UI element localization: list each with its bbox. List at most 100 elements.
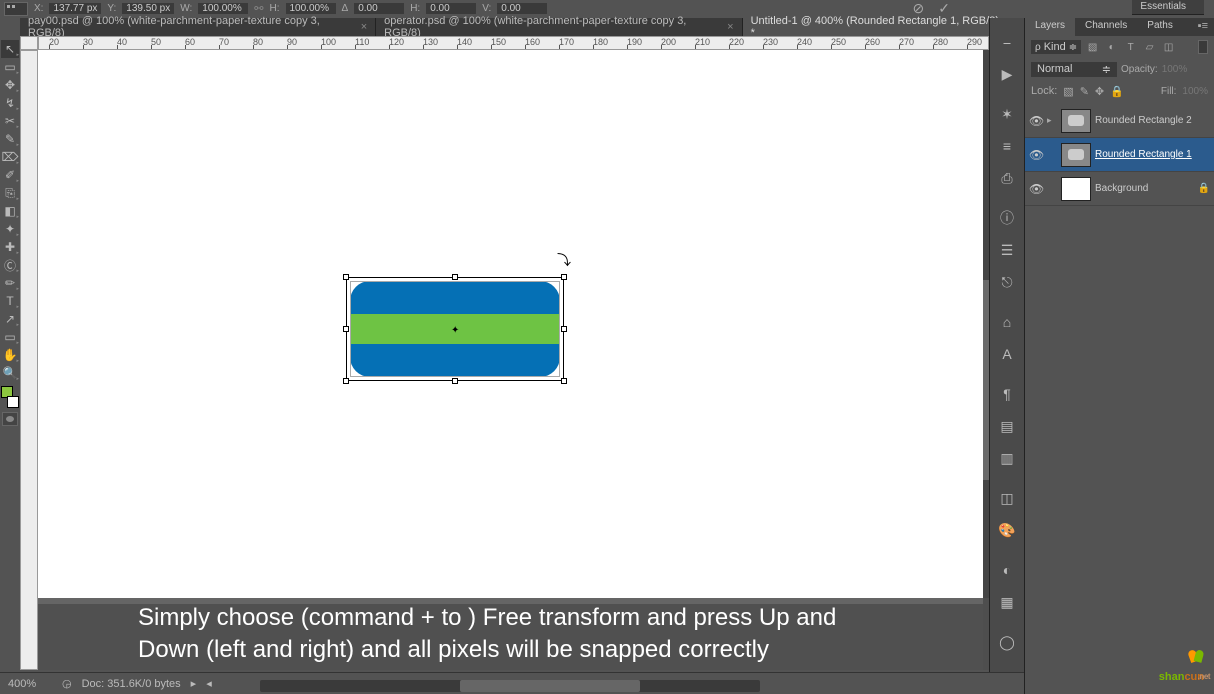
scroll-left-icon[interactable]: ◂ (206, 677, 212, 690)
dock-icon-7[interactable]: ⎋ (993, 268, 1021, 296)
transform-handle-mr[interactable] (561, 326, 567, 332)
dock-icon-9[interactable]: A (993, 340, 1021, 368)
tool-button-10[interactable]: ✦ (1, 220, 19, 238)
tool-button-6[interactable]: ⌦ (1, 148, 19, 166)
doc-info-text[interactable]: Doc: 351.6K/0 bytes (82, 678, 181, 690)
dock-icon-15[interactable]: ◐ (993, 556, 1021, 584)
tool-button-12[interactable]: Ⓒ (1, 256, 19, 274)
transform-handle-tl[interactable] (343, 274, 349, 280)
tab-channels[interactable]: Channels (1075, 18, 1137, 36)
dock-icon-6[interactable]: ☰ (993, 236, 1021, 264)
zoom-level[interactable]: 400% (8, 678, 52, 690)
tool-button-3[interactable]: ↯ (1, 94, 19, 112)
dock-icon-12[interactable]: ▥ (993, 444, 1021, 472)
blend-mode-select[interactable]: Normal≑ (1031, 62, 1117, 77)
dock-icon-1[interactable]: ▶ (993, 60, 1021, 88)
dock-icon-3[interactable]: ≡ (993, 132, 1021, 160)
dock-icon-8[interactable]: ⌂ (993, 308, 1021, 336)
filter-toggle-switch[interactable] (1198, 40, 1208, 54)
transform-handle-ml[interactable] (343, 326, 349, 332)
transform-handle-bm[interactable] (452, 378, 458, 384)
reference-point-grid-icon[interactable] (4, 2, 28, 16)
dock-icon-17[interactable]: ◯ (993, 628, 1021, 656)
tool-button-0[interactable]: ↖ (1, 40, 19, 58)
tool-button-4[interactable]: ✂ (1, 112, 19, 130)
transform-handle-br[interactable] (561, 378, 567, 384)
layer-thumbnail[interactable] (1061, 143, 1091, 167)
quick-mask-icon[interactable] (2, 412, 18, 426)
document-tab-2[interactable]: Untitled-1 @ 400% (Rounded Rectangle 1, … (743, 18, 1024, 36)
layer-row[interactable]: 👁Background🔒 (1025, 172, 1214, 206)
tool-button-16[interactable]: ▭ (1, 328, 19, 346)
close-icon[interactable]: × (361, 21, 367, 33)
tab-paths[interactable]: Paths (1137, 18, 1183, 36)
transform-handle-tm[interactable] (452, 274, 458, 280)
layer-thumbnail[interactable] (1061, 109, 1091, 133)
tool-button-8[interactable]: ⎘ (1, 184, 19, 202)
tab-layers[interactable]: Layers (1025, 18, 1075, 36)
layer-name[interactable]: Background (1095, 183, 1148, 194)
layer-row[interactable]: 👁 Rounded Rectangle 1 (1025, 138, 1214, 172)
tool-button-11[interactable]: ✚ (1, 238, 19, 256)
filter-smart-icon[interactable]: ◫ (1161, 40, 1176, 55)
layer-name[interactable]: Rounded Rectangle 2 (1095, 115, 1192, 126)
transform-handle-bl[interactable] (343, 378, 349, 384)
ruler-origin[interactable] (20, 36, 38, 50)
visibility-toggle-icon[interactable]: 👁 (1029, 114, 1043, 128)
panel-menu-icon[interactable]: ▪≡ (1192, 18, 1214, 36)
filter-adjustment-icon[interactable]: ◐ (1104, 40, 1119, 55)
hskew-value[interactable]: 0.00 (426, 3, 476, 14)
y-value[interactable]: 139.50 px (122, 3, 174, 14)
filter-pixel-icon[interactable]: ▧ (1085, 40, 1100, 55)
dock-icon-11[interactable]: ▤ (993, 412, 1021, 440)
visibility-toggle-icon[interactable]: 👁 (1029, 182, 1043, 196)
dock-icon-2[interactable]: ✶ (993, 100, 1021, 128)
h-value[interactable]: 100.00% (286, 3, 336, 14)
lock-position-icon[interactable]: ✥ (1095, 85, 1104, 98)
filter-type-icon[interactable]: T (1123, 40, 1138, 55)
vskew-value[interactable]: 0.00 (497, 3, 547, 14)
layer-thumbnail[interactable] (1061, 177, 1091, 201)
visibility-toggle-icon[interactable]: 👁 (1029, 148, 1043, 162)
tool-button-9[interactable]: ◧ (1, 202, 19, 220)
expand-arrow-icon[interactable]: ▸ (1047, 115, 1057, 126)
angle-value[interactable]: 0.00 (354, 3, 404, 14)
horizontal-scrollbar[interactable] (260, 680, 760, 692)
x-value[interactable]: 137.77 px (49, 3, 101, 14)
w-value[interactable]: 100.00% (198, 3, 248, 14)
tool-button-1[interactable]: ▭ (1, 58, 19, 76)
close-icon[interactable]: × (727, 21, 733, 33)
workspace-switcher-button[interactable]: Essentials (1132, 0, 1204, 15)
color-swatches[interactable] (1, 386, 19, 408)
dock-icon-16[interactable]: ▦ (993, 588, 1021, 616)
canvas-viewport[interactable]: ✦ ⤵ (38, 50, 989, 670)
lock-transparency-icon[interactable]: ▧ (1063, 85, 1073, 98)
tool-button-17[interactable]: ✋ (1, 346, 19, 364)
ruler-vertical[interactable] (20, 50, 38, 670)
opacity-value[interactable]: 100% (1162, 64, 1188, 75)
canvas[interactable]: ✦ ⤵ (38, 50, 983, 604)
filter-shape-icon[interactable]: ▱ (1142, 40, 1157, 55)
tool-button-15[interactable]: ↗ (1, 310, 19, 328)
tool-button-7[interactable]: ✐ (1, 166, 19, 184)
scrollbar-thumb[interactable] (460, 680, 640, 692)
tool-button-13[interactable]: ✏ (1, 274, 19, 292)
link-icon[interactable]: ⚯ (254, 2, 263, 15)
lock-pixels-icon[interactable]: ✎ (1080, 85, 1089, 98)
lock-all-icon[interactable]: 🔒 (1110, 85, 1124, 98)
tool-button-5[interactable]: ✎ (1, 130, 19, 148)
tool-button-2[interactable]: ✥ (1, 76, 19, 94)
dock-icon-4[interactable]: ⎙ (993, 164, 1021, 192)
doc-info-arrow-icon[interactable]: ▸ (191, 677, 197, 690)
background-color[interactable] (7, 396, 19, 408)
document-tab-1[interactable]: operator.psd @ 100% (white-parchment-pap… (376, 18, 742, 36)
dock-icon-13[interactable]: ◫ (993, 484, 1021, 512)
fill-value[interactable]: 100% (1182, 86, 1208, 97)
layer-filter-kind-select[interactable]: ρ Kind ≑ (1031, 40, 1081, 54)
rounded-rectangle-2-shape[interactable] (350, 314, 560, 344)
tool-button-14[interactable]: T (1, 292, 19, 310)
ruler-horizontal[interactable]: 2030405060708090100110120130140150160170… (38, 36, 989, 50)
dock-icon-10[interactable]: ¶ (993, 380, 1021, 408)
layer-name[interactable]: Rounded Rectangle 1 (1095, 149, 1192, 160)
dock-icon-0[interactable]: ⎯ (993, 28, 1021, 56)
